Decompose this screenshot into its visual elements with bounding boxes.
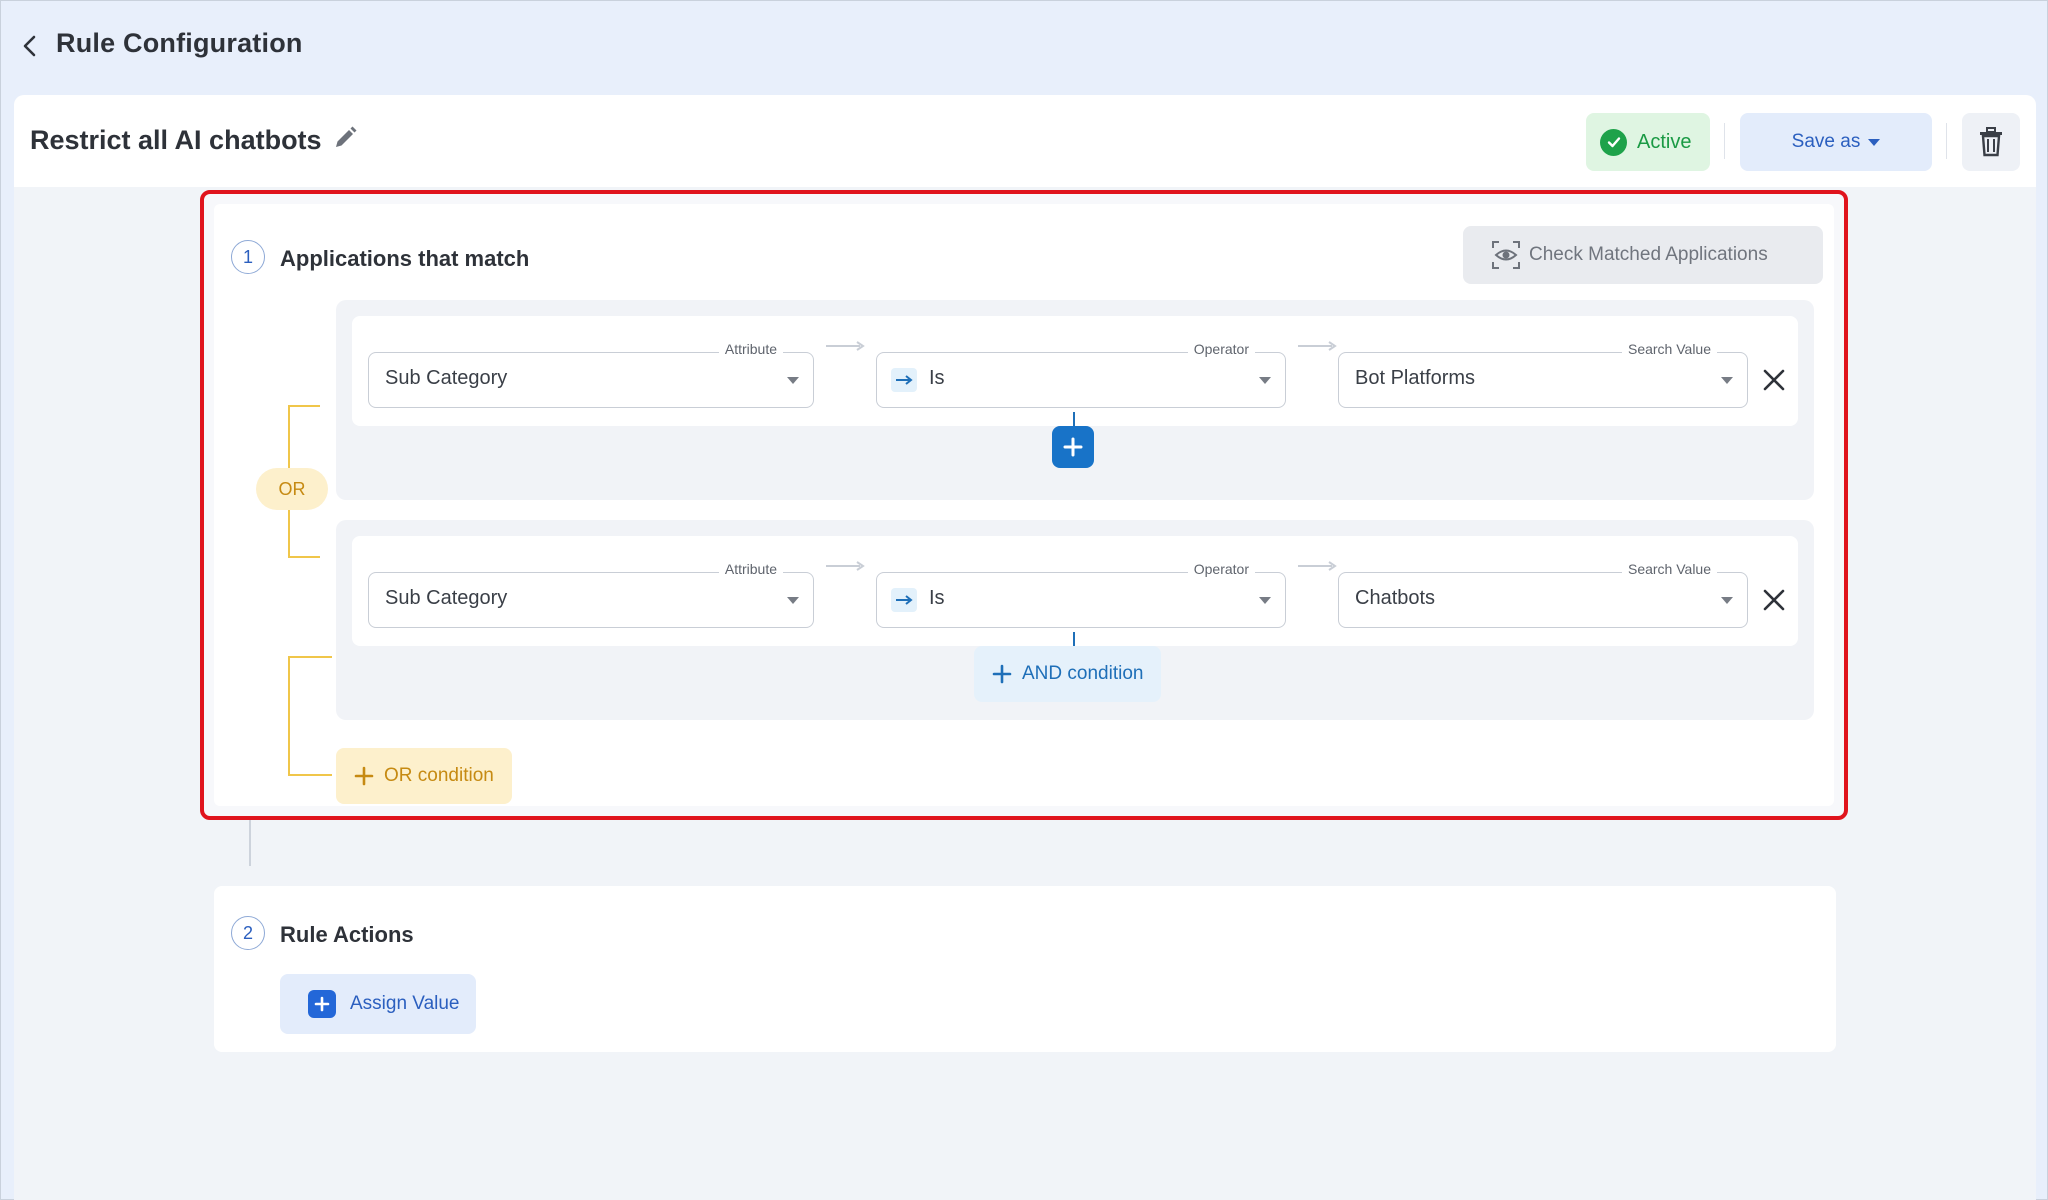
caret-down-icon (1721, 597, 1733, 604)
section-connector (249, 820, 251, 866)
divider (1946, 123, 1947, 159)
arrow-right-icon (891, 368, 917, 392)
or-condition-label: OR condition (384, 765, 494, 786)
operator-legend: Operator (1187, 341, 1255, 357)
top-bar: Rule Configuration (0, 0, 2048, 94)
plus-icon (308, 990, 336, 1018)
save-as-label: Save as (1791, 131, 1861, 152)
trash-icon (1980, 127, 2002, 157)
delete-button[interactable] (1962, 113, 2020, 171)
or-condition-bracket (288, 656, 332, 776)
arrow-right-icon (1298, 561, 1337, 571)
plus-icon (354, 766, 374, 786)
search-value-select[interactable]: Search Value Bot Platforms (1338, 341, 1748, 408)
divider (1724, 123, 1725, 159)
status-badge[interactable]: Active (1586, 113, 1710, 171)
section-title: Applications that match (280, 246, 530, 271)
and-condition-label: AND condition (1022, 663, 1144, 684)
check-matched-applications-button[interactable]: Check Matched Applications (1463, 226, 1823, 284)
condition-row: Attribute Sub Category Operator Is Searc… (352, 536, 1798, 646)
attribute-value: Sub Category (385, 367, 508, 389)
check-circle-icon (1600, 128, 1627, 156)
assign-value-button[interactable]: Assign Value (280, 974, 476, 1034)
operator-select[interactable]: Operator Is (876, 561, 1286, 628)
step-number: 1 (231, 240, 265, 274)
search-value: Bot Platforms (1355, 367, 1476, 389)
or-bracket-bottom (288, 510, 320, 558)
edit-name-button[interactable] (332, 125, 362, 155)
arrow-right-icon (891, 588, 917, 612)
add-connector (1073, 632, 1075, 646)
status-label: Active (1637, 130, 1692, 153)
assign-value-label: Assign Value (350, 993, 460, 1014)
rule-header: Restrict all AI chatbots Active Save as (14, 95, 2036, 187)
section-title: Rule Actions (280, 922, 414, 947)
search-value-legend: Search Value (1621, 561, 1717, 577)
attribute-select[interactable]: Attribute Sub Category (368, 561, 814, 628)
or-badge: OR (256, 468, 328, 510)
search-value: Chatbots (1355, 587, 1436, 609)
operator-value: Is (929, 367, 945, 389)
page-title: Rule Configuration (56, 28, 303, 58)
caret-down-icon (787, 377, 799, 384)
section-body: 1 Applications that match Check Matched … (214, 204, 1834, 806)
plus-icon (992, 664, 1012, 684)
close-icon (1763, 369, 1785, 391)
add-condition-button[interactable] (1052, 426, 1094, 468)
step-number: 2 (231, 916, 265, 950)
attribute-select[interactable]: Attribute Sub Category (368, 341, 814, 408)
plus-icon (1063, 437, 1083, 457)
save-as-button[interactable]: Save as (1740, 113, 1932, 171)
remove-condition-button[interactable] (1758, 364, 1790, 396)
and-condition-button[interactable]: AND condition (974, 646, 1162, 702)
rule-actions-section: 2 Rule Actions Assign Value (214, 886, 1836, 1052)
condition-group-2: Attribute Sub Category Operator Is Searc… (336, 520, 1814, 720)
eye-scan-icon (1492, 241, 1520, 269)
back-button[interactable] (14, 30, 46, 62)
attribute-value: Sub Category (385, 587, 508, 609)
condition-group-1: Attribute Sub Category Operator Is Searc… (336, 300, 1814, 500)
operator-value: Is (929, 587, 945, 609)
attribute-legend: Attribute (718, 561, 783, 577)
arrow-right-icon (826, 561, 865, 571)
search-value-legend: Search Value (1621, 341, 1717, 357)
caret-down-icon (1868, 138, 1881, 146)
applications-match-section: 1 Applications that match Check Matched … (200, 190, 1848, 820)
caret-down-icon (1721, 377, 1733, 384)
remove-condition-button[interactable] (1758, 584, 1790, 616)
caret-down-icon (1259, 377, 1271, 384)
search-value-select[interactable]: Search Value Chatbots (1338, 561, 1748, 628)
arrow-right-icon (1298, 341, 1337, 351)
operator-legend: Operator (1187, 561, 1255, 577)
pencil-icon (336, 126, 357, 147)
arrow-right-icon (826, 341, 865, 351)
close-icon (1763, 589, 1785, 611)
rule-name: Restrict all AI chatbots (30, 125, 322, 155)
check-matched-label: Check Matched Applications (1529, 244, 1768, 265)
or-bracket-top (288, 405, 320, 468)
or-condition-button[interactable]: OR condition (336, 748, 512, 804)
caret-down-icon (1259, 597, 1271, 604)
operator-select[interactable]: Operator Is (876, 341, 1286, 408)
chevron-left-icon (23, 35, 36, 57)
attribute-legend: Attribute (718, 341, 783, 357)
caret-down-icon (787, 597, 799, 604)
condition-row: Attribute Sub Category Operator Is Searc… (352, 316, 1798, 426)
